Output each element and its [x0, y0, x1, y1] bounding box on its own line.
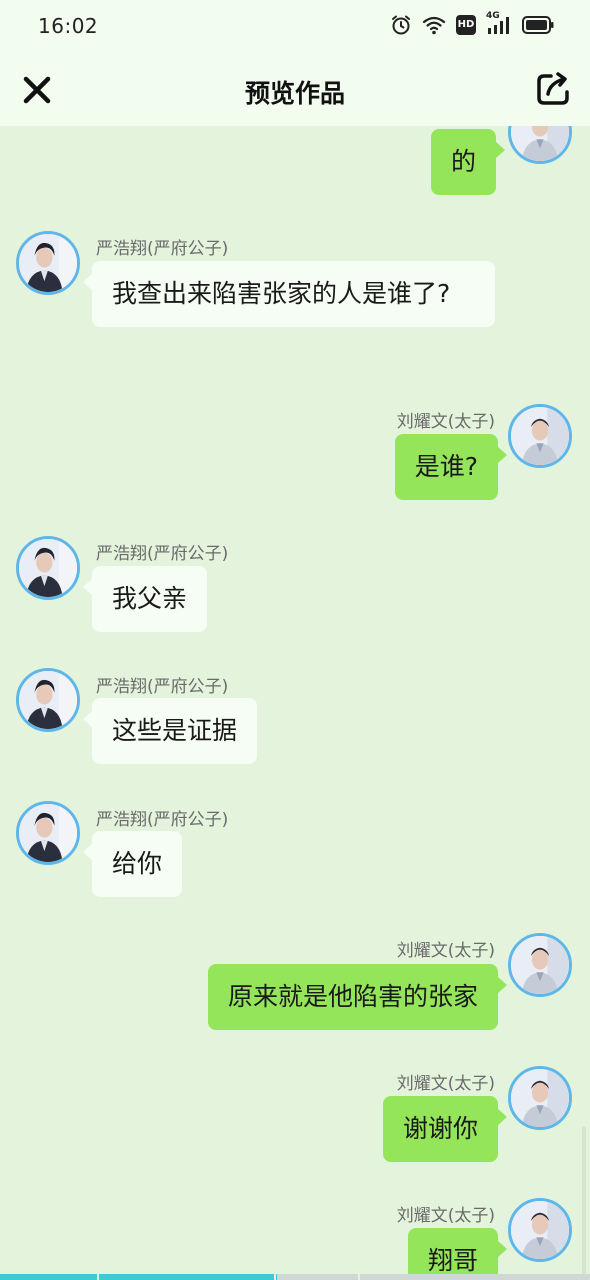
message-bubble[interactable]: 我查出来陷害张家的人是谁了?: [83, 261, 495, 327]
avatar[interactable]: [16, 801, 80, 865]
avatar[interactable]: [16, 668, 80, 732]
message-bubble[interactable]: 给你: [82, 831, 183, 897]
status-icons: HD 4G: [390, 11, 554, 36]
share-icon: [537, 72, 569, 105]
page-title: 预览作品: [244, 79, 345, 108]
avatar[interactable]: [508, 404, 572, 468]
avatar[interactable]: [16, 231, 80, 295]
sender-name: 刘耀文(太子): [396, 412, 495, 432]
avatar[interactable]: [508, 126, 572, 164]
alarm-icon: [392, 15, 410, 35]
message-bubble[interactable]: 翔哥: [407, 1228, 508, 1280]
progress-segment-divider: [274, 1274, 276, 1280]
status-bar: 16:02 HD 4G: [0, 0, 590, 52]
chat-message-list[interactable]: 的 严浩翔(严府公子) 我查出来陷害张家的人是谁了? 刘耀文(太子) 是谁? 严…: [0, 126, 590, 1280]
message-bubble[interactable]: 谢谢你: [382, 1096, 508, 1162]
message-bubble[interactable]: 我父亲: [82, 566, 208, 632]
sender-name: 刘耀文(太子): [396, 1074, 495, 1094]
avatar[interactable]: [508, 1066, 572, 1130]
battery-icon: [522, 16, 554, 34]
message-bubble[interactable]: 是谁?: [394, 434, 508, 500]
progress-segment-divider: [358, 1274, 360, 1280]
message-bubble[interactable]: 原来就是他陷害的张家: [207, 964, 508, 1030]
message-bubble[interactable]: 这些是证据: [82, 698, 258, 764]
playback-progress-fill: [0, 1274, 278, 1280]
wifi-icon: [422, 16, 446, 35]
sender-name: 严浩翔(严府公子): [96, 810, 229, 830]
sender-name: 严浩翔(严府公子): [96, 239, 229, 259]
sender-name: 刘耀文(太子): [396, 1206, 495, 1226]
header-bar: 预览作品: [0, 52, 590, 126]
avatar[interactable]: [508, 933, 572, 997]
sender-name: 严浩翔(严府公子): [96, 544, 229, 564]
hd-icon: HD: [456, 15, 476, 35]
scrollbar[interactable]: [582, 1126, 586, 1280]
status-time: 16:02: [38, 14, 99, 38]
progress-segment-divider: [97, 1274, 99, 1280]
avatar[interactable]: [508, 1198, 572, 1262]
share-button[interactable]: [536, 70, 570, 106]
sender-name: 刘耀文(太子): [396, 941, 495, 961]
signal-4g-icon: 4G: [486, 11, 512, 36]
playback-progress-bar[interactable]: [0, 1274, 590, 1280]
sender-name: 严浩翔(严府公子): [96, 677, 229, 697]
avatar[interactable]: [16, 536, 80, 600]
message-bubble[interactable]: 的: [431, 129, 506, 195]
